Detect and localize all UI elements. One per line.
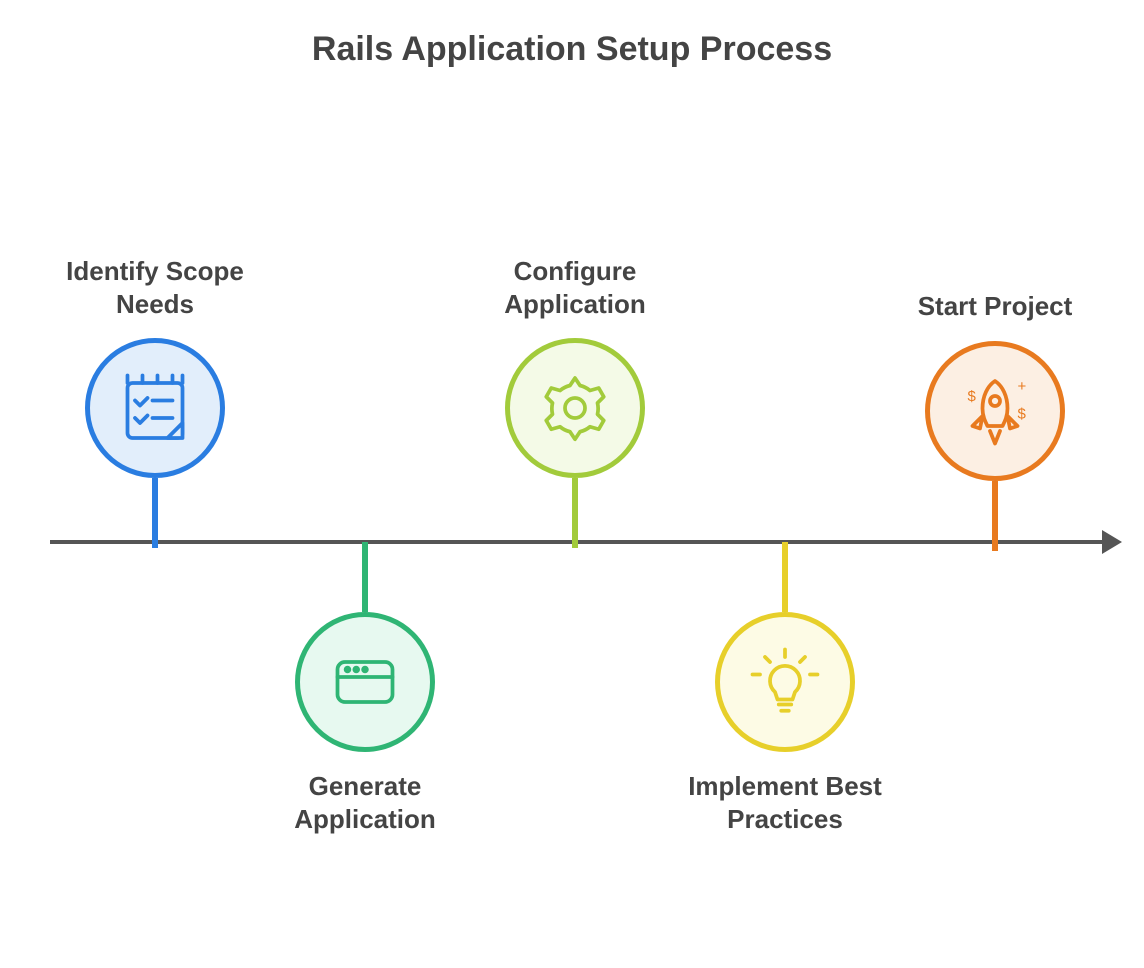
step-circle: [715, 612, 855, 752]
svg-text:+: +: [1018, 378, 1027, 395]
step-configure-application: Configure Application: [475, 255, 675, 548]
step-label: Identify Scope Needs: [55, 255, 255, 320]
step-stem: [782, 542, 788, 612]
step-circle: $ $ +: [925, 341, 1065, 481]
diagram-title: Rails Application Setup Process: [0, 30, 1144, 69]
svg-text:$: $: [968, 388, 977, 405]
step-label: Implement Best Practices: [685, 770, 885, 835]
step-label: Configure Application: [475, 255, 675, 320]
svg-text:$: $: [1018, 405, 1027, 422]
step-pin: [475, 338, 675, 548]
step-circle: [505, 338, 645, 478]
step-implement-best-practices: Implement Best Practices: [685, 542, 885, 835]
rocket-icon: $ $ +: [955, 371, 1035, 451]
step-identify-scope: Identify Scope Needs: [55, 255, 255, 548]
step-stem: [992, 481, 998, 551]
step-stem: [362, 542, 368, 612]
checklist-icon: [115, 368, 195, 448]
window-icon: [325, 642, 405, 722]
diagram-container: Rails Application Setup Process Identify…: [0, 0, 1144, 968]
lightbulb-icon: [745, 642, 825, 722]
gear-icon: [535, 368, 615, 448]
step-pin: $ $ +: [895, 341, 1095, 551]
step-pin: [265, 542, 465, 752]
step-circle: [295, 612, 435, 752]
step-label: Generate Application: [265, 770, 465, 835]
step-pin: [55, 338, 255, 548]
step-circle: [85, 338, 225, 478]
step-label: Start Project: [895, 290, 1095, 323]
step-generate-application: Generate Application: [265, 542, 465, 835]
step-start-project: Start Project $ $ +: [895, 290, 1095, 551]
step-stem: [572, 478, 578, 548]
step-pin: [685, 542, 885, 752]
step-stem: [152, 478, 158, 548]
